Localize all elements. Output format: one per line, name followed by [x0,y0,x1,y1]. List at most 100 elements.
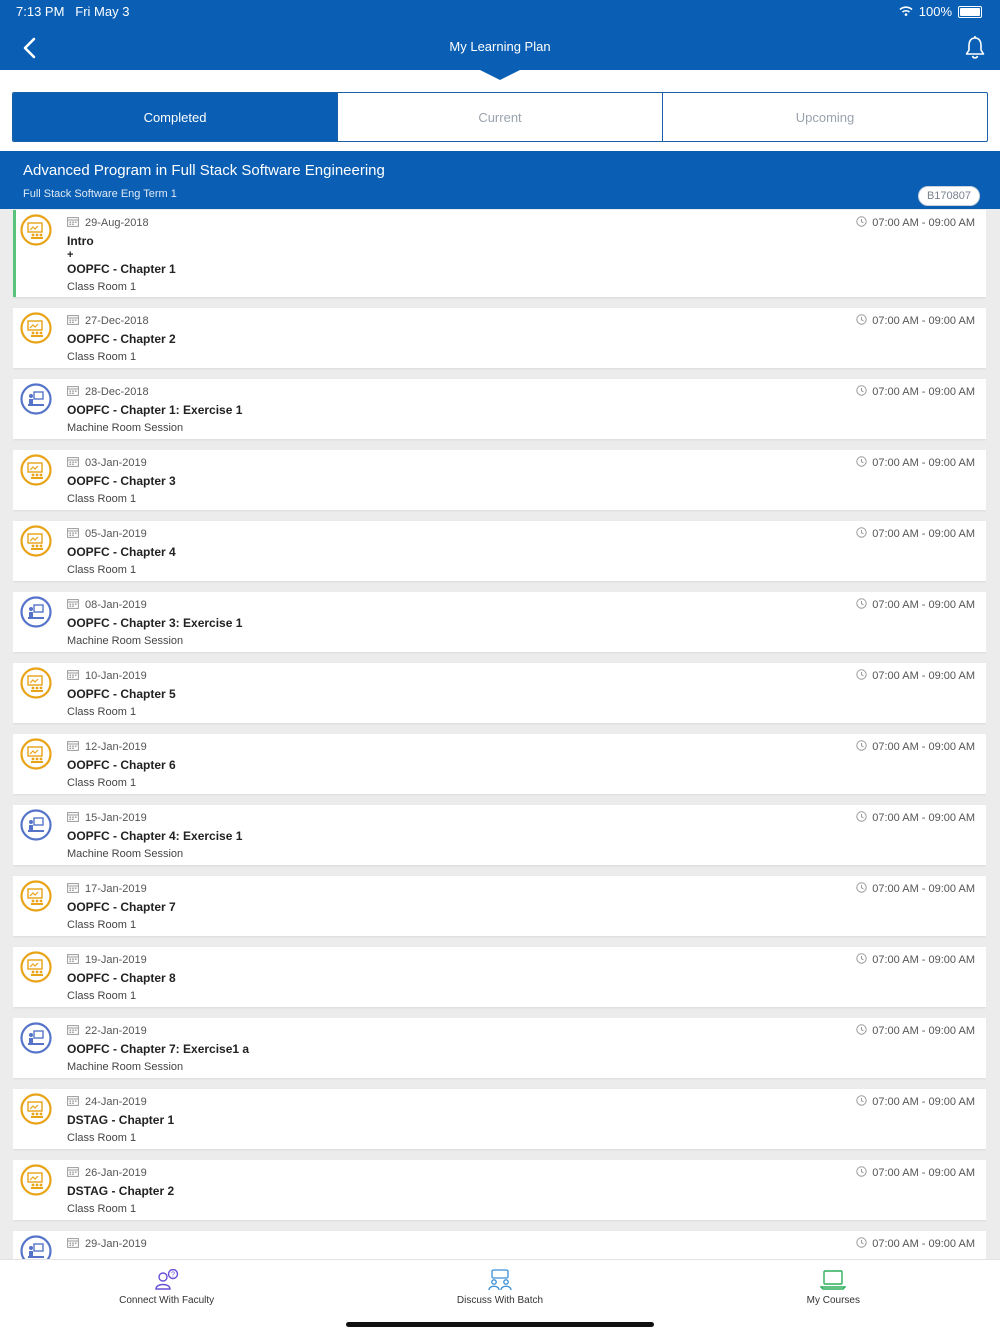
classroom-icon [20,1093,52,1125]
batch-badge: B170807 [917,186,980,206]
calendar-icon [67,811,79,825]
footer-label-faculty: Connect With Faculty [119,1295,215,1306]
classroom-icon [20,214,52,246]
session-room: Class Room 1 [67,493,137,505]
session-date: 29-Aug-2018 [67,216,149,230]
tab-upcoming[interactable]: Upcoming [662,93,987,141]
session-time-text: 07:00 AM - 09:00 AM [872,883,975,895]
session-card[interactable]: 12-Jan-2019 07:00 AM - 09:00 AM OOPFC - Ch… [13,734,986,794]
session-card[interactable]: 03-Jan-2019 07:00 AM - 09:00 AM OOPFC - Ch… [13,450,986,510]
session-card[interactable]: 28-Dec-2018 07:00 AM - 09:00 AM OOPFC - Ch… [13,379,986,439]
session-time-text: 07:00 AM - 09:00 AM [872,599,975,611]
laptop-icon [820,1270,847,1290]
session-title: OOPFC - Chapter 6 [67,758,176,772]
session-card[interactable]: 26-Jan-2019 07:00 AM - 09:00 AM DSTAG - Ch… [13,1160,986,1220]
clock-icon [856,811,867,825]
session-title: DSTAG - Chapter 1 [67,1113,175,1127]
calendar-icon [67,1237,79,1251]
session-card[interactable]: 17-Jan-2019 07:00 AM - 09:00 AM OOPFC - Ch… [13,876,986,936]
session-card[interactable]: 29-Jan-2019 07:00 AM - 09:00 AM [13,1231,986,1259]
calendar-icon [67,740,79,754]
session-time: 07:00 AM - 09:00 AM [856,598,975,612]
classroom-icon [20,880,52,912]
session-date: 10-Jan-2019 [67,669,147,683]
session-room: Class Room 1 [67,990,137,1002]
session-time-text: 07:00 AM - 09:00 AM [872,812,975,824]
notifications-button[interactable] [964,35,986,61]
app-header: 7:13 PM Fri May 3 100% My Learning Plan [0,0,1000,70]
calendar-icon [67,882,79,896]
session-list: 29-Aug-2018 07:00 AM - 09:00 AM Intro + OOPF… [13,210,986,1259]
clock-icon [856,1095,867,1109]
machine-room-icon [20,596,52,628]
clock-icon [856,456,867,470]
session-date-text: 03-Jan-2019 [85,457,147,469]
classroom-icon [20,312,52,344]
session-room: Class Room 1 [67,281,137,293]
session-card[interactable]: 15-Jan-2019 07:00 AM - 09:00 AM OOPFC - Ch… [13,805,986,865]
session-date-text: 15-Jan-2019 [85,812,147,824]
battery-percent: 100% [918,4,952,19]
session-date: 27-Dec-2018 [67,314,149,328]
tab-current[interactable]: Current [337,93,662,141]
session-time-text: 07:00 AM - 09:00 AM [872,1025,975,1037]
session-card[interactable]: 27-Dec-2018 07:00 AM - 09:00 AM OOPFC - Ch… [13,308,986,368]
batch-icon [488,1269,512,1291]
clock-icon [856,1237,867,1251]
session-room: Machine Room Session [67,848,184,860]
session-date: 17-Jan-2019 [67,882,147,896]
session-time-text: 07:00 AM - 09:00 AM [872,386,975,398]
connect-with-faculty-button[interactable]: ? Connect With Faculty [0,1260,333,1316]
clock-icon [856,953,867,967]
session-title: OOPFC - Chapter 4 [67,545,176,559]
calendar-icon [67,669,79,683]
session-card[interactable]: 08-Jan-2019 07:00 AM - 09:00 AM OOPFC - Ch… [13,592,986,652]
session-date: 29-Jan-2019 [67,1237,147,1251]
calendar-icon [67,1166,79,1180]
session-card[interactable]: 10-Jan-2019 07:00 AM - 09:00 AM OOPFC - Ch… [13,663,986,723]
session-card[interactable]: 05-Jan-2019 07:00 AM - 09:00 AM OOPFC - Ch… [13,521,986,581]
session-card[interactable]: 24-Jan-2019 07:00 AM - 09:00 AM DSTAG - Ch… [13,1089,986,1149]
session-time-text: 07:00 AM - 09:00 AM [872,457,975,469]
session-title-plus: + [67,249,74,261]
program-term: Full Stack Software Eng Term 1 [23,188,177,200]
calendar-icon [67,314,79,328]
session-title-2: OOPFC - Chapter 1 [67,262,176,276]
session-card[interactable]: 22-Jan-2019 07:00 AM - 09:00 AM OOPFC - Ch… [13,1018,986,1078]
session-title: OOPFC - Chapter 7: Exercise1 a [67,1042,250,1056]
clock-icon [856,740,867,754]
machine-room-icon [20,383,52,415]
session-time: 07:00 AM - 09:00 AM [856,811,975,825]
tab-completed[interactable]: Completed [13,93,337,141]
session-time: 07:00 AM - 09:00 AM [856,314,975,328]
session-date: 24-Jan-2019 [67,1095,147,1109]
session-time: 07:00 AM - 09:00 AM [856,740,975,754]
session-room: Class Room 1 [67,1132,137,1144]
clock-icon [856,1166,867,1180]
session-date-text: 26-Jan-2019 [85,1167,147,1179]
clock-icon [856,216,867,230]
plan-tabs: Completed Current Upcoming [12,92,988,142]
home-indicator[interactable] [346,1322,654,1327]
faculty-icon: ? [154,1269,178,1290]
session-date: 05-Jan-2019 [67,527,147,541]
session-room: Machine Room Session [67,1061,184,1073]
session-card[interactable]: 29-Aug-2018 07:00 AM - 09:00 AM Intro + OOPF… [13,210,986,297]
my-courses-button[interactable]: My Courses [667,1260,1000,1316]
session-room: Class Room 1 [67,919,137,931]
footer-label-batch: Discuss With Batch [456,1295,544,1306]
clock-icon [856,314,867,328]
session-room: Class Room 1 [67,351,137,363]
session-card[interactable]: 19-Jan-2019 07:00 AM - 09:00 AM OOPFC - Ch… [13,947,986,1007]
header-notch [478,69,522,80]
classroom-icon [20,951,52,983]
session-time: 07:00 AM - 09:00 AM [856,882,975,896]
classroom-icon [20,667,52,699]
classroom-icon [20,525,52,557]
session-date-text: 05-Jan-2019 [85,528,147,540]
session-date: 26-Jan-2019 [67,1166,147,1180]
session-time: 07:00 AM - 09:00 AM [856,1237,975,1251]
session-date-text: 29-Aug-2018 [85,217,149,229]
status-time: 7:13 PM Fri May 3 [16,4,130,19]
discuss-with-batch-button[interactable]: Discuss With Batch [333,1260,666,1316]
